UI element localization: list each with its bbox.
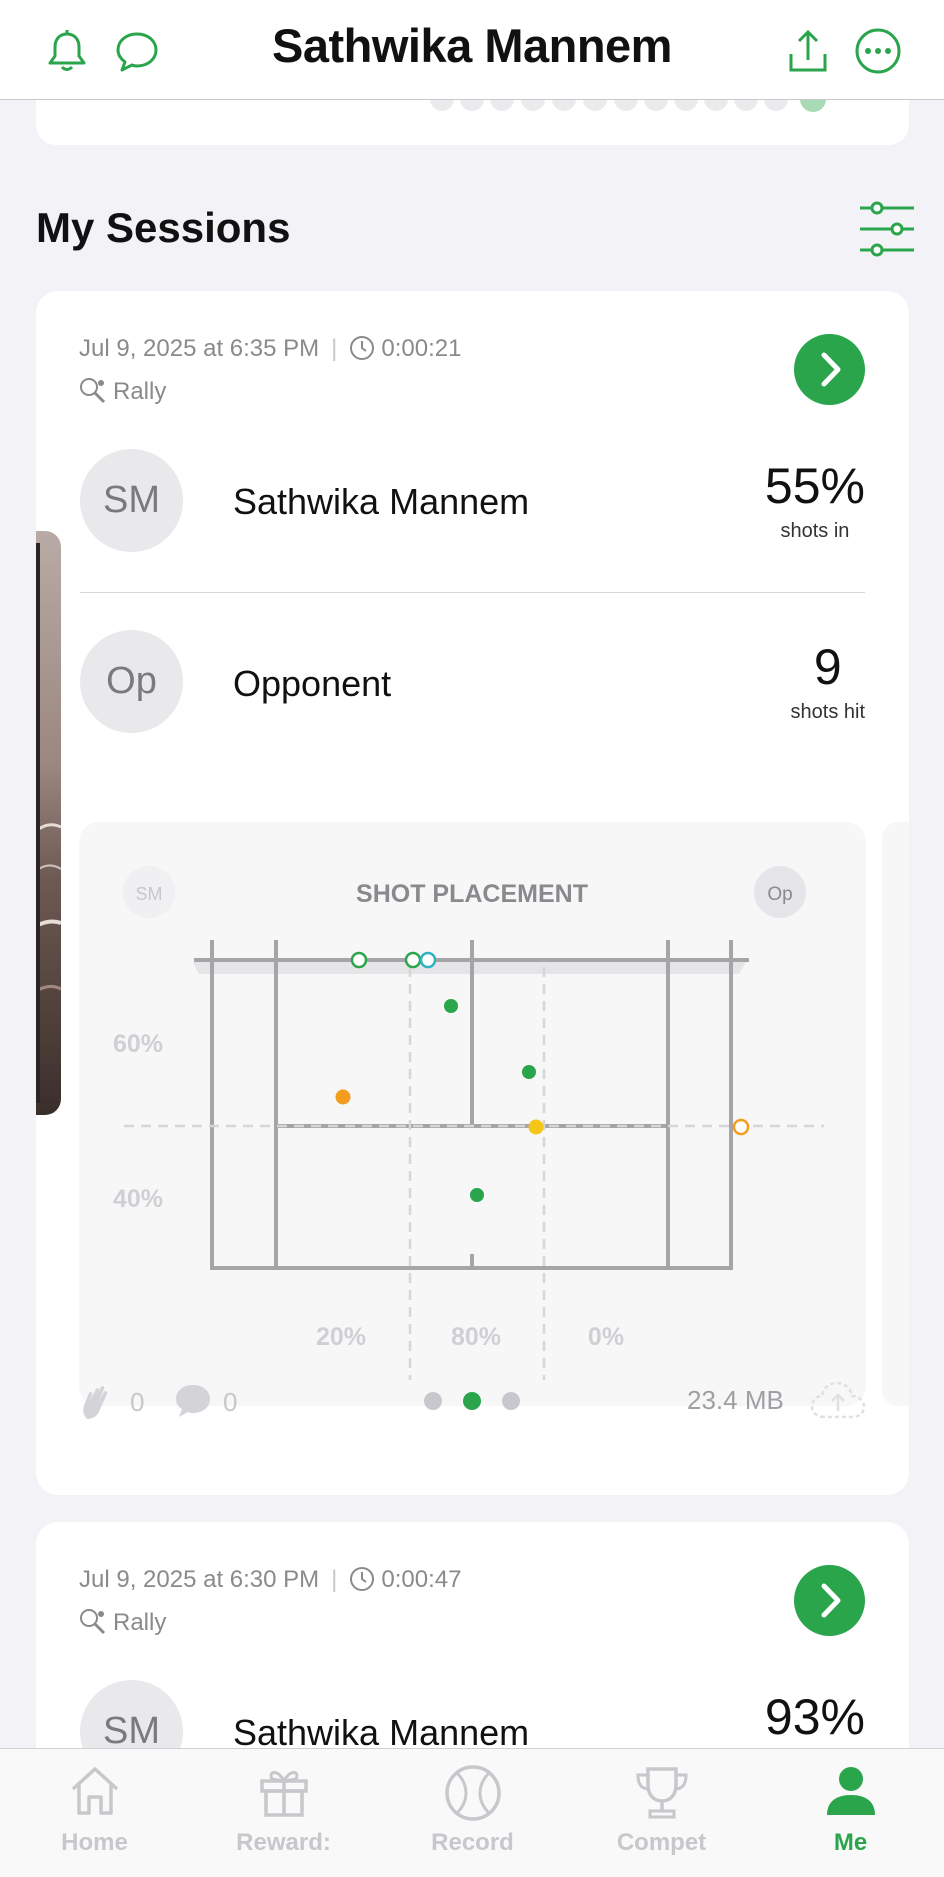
racket-icon (80, 1609, 106, 1635)
section-title: My Sessions (36, 204, 291, 251)
clock-icon (350, 1567, 375, 1591)
comment-count: 0 (223, 1387, 238, 1417)
shot-marker (419, 951, 437, 969)
session-duration: 0:00:21 (381, 335, 462, 362)
sm-badge: SM (136, 884, 163, 904)
shots-hit-value: 9 (813, 639, 842, 695)
tab-home-label: Home (61, 1829, 128, 1856)
app-header: Sathwika Mannem (0, 0, 944, 100)
open-session-button[interactable] (794, 334, 865, 405)
comment-icon[interactable] (174, 1383, 212, 1419)
player-stat: 55% shots in (765, 458, 865, 543)
video-thumbnail (36, 543, 61, 1103)
shot-marker (732, 1118, 750, 1136)
shots-hit-label: shots hit (790, 701, 865, 723)
tab-rewards[interactable]: Reward: (189, 1749, 378, 1877)
clap-count: 0 (130, 1387, 145, 1417)
cloud-upload-icon[interactable] (810, 1379, 866, 1421)
shots-in-value: 55% (764, 458, 865, 514)
player-name: Sathwika Mannem (233, 481, 530, 522)
person-icon (826, 1767, 875, 1815)
shot-placement-court: SM Op SHOT PLACEMENT 60% 40% 20% 80% 0% (113, 866, 824, 1380)
chevron-right-icon (821, 352, 841, 387)
carousel-pager[interactable] (416, 1391, 526, 1411)
session-date: Jul 9, 2025 at 6:35 PM (79, 335, 320, 362)
tab-home[interactable]: Home (0, 1749, 189, 1877)
shots-in-label: shots in (780, 520, 850, 542)
session-type-label: Rally (113, 1609, 167, 1636)
opponent-stat: 9 shots hit (791, 639, 865, 724)
shot-marker (335, 1089, 351, 1105)
tab-record-label: Record (431, 1829, 514, 1856)
shot-marker (470, 1188, 484, 1202)
tab-bar: Home Reward: Record Compet Me (0, 1748, 944, 1877)
col-pct-left: 20% (316, 1323, 366, 1351)
op-badge: Op (767, 884, 792, 905)
shot-marker (350, 951, 368, 969)
session-duration: 0:00:47 (381, 1566, 462, 1593)
col-pct-right: 0% (588, 1323, 624, 1351)
row-pct-bottom: 40% (113, 1185, 163, 1213)
session-type-label: Rally (113, 378, 167, 405)
player-stat: 93% (765, 1689, 865, 1745)
placement-title: SHOT PLACEMENT (356, 880, 588, 908)
session-date: Jul 9, 2025 at 6:30 PM (79, 1566, 320, 1593)
tab-me[interactable]: Me (756, 1749, 944, 1877)
opponent-name: Opponent (233, 663, 392, 704)
share-icon[interactable] (783, 26, 833, 76)
tab-me-label: Me (833, 1829, 868, 1856)
col-pct-mid: 80% (451, 1323, 501, 1351)
shot-marker (404, 951, 422, 969)
racket-icon (80, 378, 106, 404)
session-card[interactable]: Jul 9, 2025 at 6:35 PM | 0:00:21 Rally SM … (36, 291, 909, 1495)
clock-icon (350, 336, 375, 360)
session-type: Rally (79, 377, 166, 406)
divider (80, 592, 865, 593)
open-session-button[interactable] (794, 1565, 865, 1636)
clap-icon[interactable] (79, 1383, 115, 1421)
shot-marker (522, 1065, 536, 1079)
session-card[interactable]: Jul 9, 2025 at 6:30 PM | 0:00:47 Rally SM … (36, 1522, 909, 1783)
tab-rewards-label: Reward: (236, 1829, 331, 1856)
chevron-right-icon (821, 1583, 841, 1618)
row-pct-top: 60% (113, 1030, 163, 1058)
session-type: Rally (79, 1608, 166, 1637)
avatar[interactable]: SM (80, 449, 183, 552)
more-icon[interactable] (853, 26, 903, 76)
shot-marker (528, 1119, 544, 1135)
next-slide-preview[interactable] (882, 822, 909, 1406)
shot-markers (335, 951, 750, 1202)
shots-in-value: 93% (764, 1689, 865, 1745)
trophy-icon (635, 1767, 688, 1819)
file-size: 23.4 MB (687, 1385, 784, 1415)
session-meta: Jul 9, 2025 at 6:35 PM | 0:00:21 (79, 335, 462, 362)
shot-placement-panel[interactable]: SM Op SHOT PLACEMENT 60% 40% 20% 80% 0% (79, 822, 866, 1406)
opponent-avatar[interactable]: Op (80, 630, 183, 733)
previous-slide-preview[interactable] (36, 531, 61, 1115)
home-icon (71, 1767, 118, 1815)
shot-marker (444, 999, 458, 1013)
session-meta: Jul 9, 2025 at 6:30 PM | 0:00:47 (79, 1566, 462, 1593)
gift-icon (259, 1771, 308, 1817)
ball-icon (444, 1765, 501, 1821)
tab-record[interactable]: Record (378, 1749, 567, 1877)
filter-icon[interactable] (860, 200, 914, 258)
tab-compete-label: Compet (616, 1829, 707, 1856)
tab-compete[interactable]: Compet (567, 1749, 756, 1877)
